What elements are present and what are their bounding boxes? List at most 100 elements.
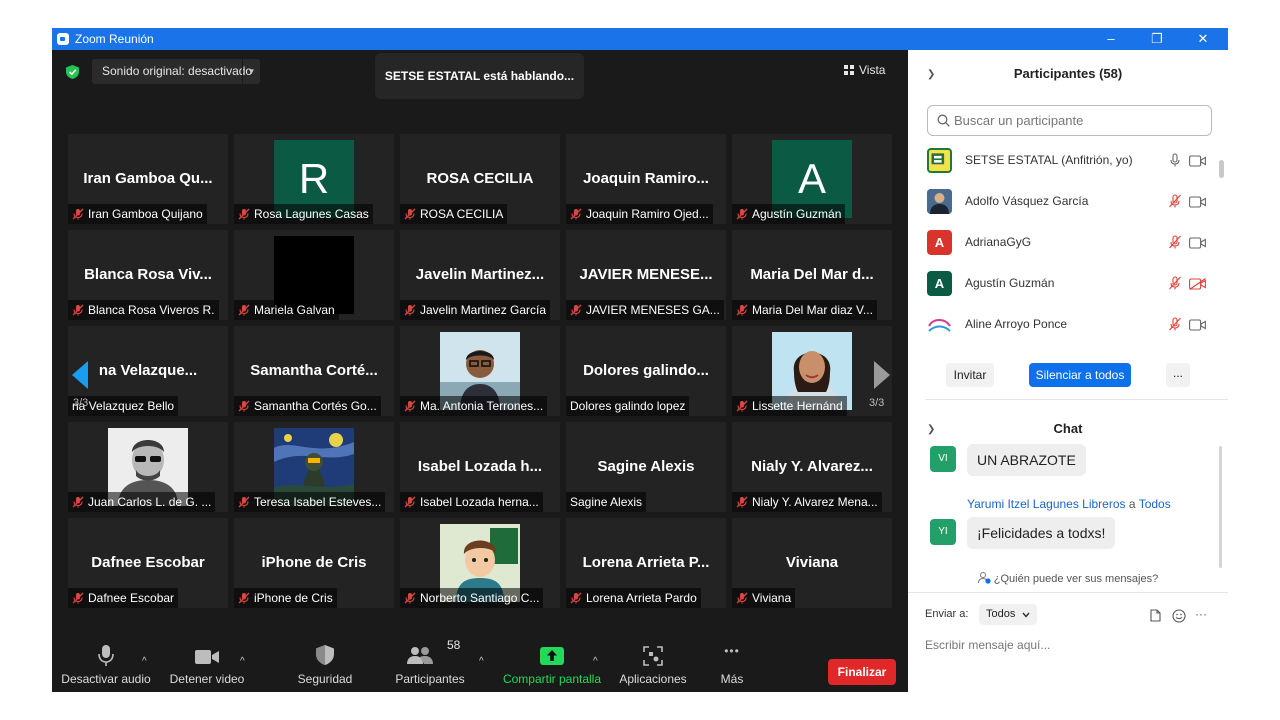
participant-avatar: [927, 148, 952, 173]
mute-all-button[interactable]: Silenciar a todos: [1029, 363, 1131, 387]
participant-tile[interactable]: Juan Carlos L. de G. ...: [68, 422, 228, 512]
participant-row[interactable]: A AdrianaGyG: [927, 222, 1214, 263]
participant-tile[interactable]: Sagine Alexis Sagine Alexis: [566, 422, 726, 512]
participants-button[interactable]: 58 Participantes: [392, 634, 468, 692]
more-button[interactable]: ••• Más: [704, 634, 760, 692]
restore-button[interactable]: ❐: [1134, 28, 1180, 50]
zoom-window: Zoom Reunión – ❐ ✕ Sonido original: desa…: [52, 28, 1228, 692]
participant-tile[interactable]: Joaquin Ramiro... Joaquin Ramiro Ojed...: [566, 134, 726, 224]
minimize-button[interactable]: –: [1088, 28, 1134, 50]
more-label: Más: [720, 672, 744, 686]
participant-tile[interactable]: R Rosa Lagunes Casas: [234, 134, 394, 224]
mute-audio-button[interactable]: Desactivar audio: [60, 634, 152, 692]
page-indicator-left: 3/3: [73, 397, 89, 409]
participant-tile[interactable]: JAVIER MENESE... JAVIER MENESES GA...: [566, 230, 726, 320]
participant-tile[interactable]: Dafnee Escobar Dafnee Escobar: [68, 518, 228, 608]
share-screen-button[interactable]: Compartir pantalla: [500, 634, 604, 692]
participant-row[interactable]: A Agustín Guzmán: [927, 263, 1214, 304]
chat-avatar: VI: [930, 446, 956, 472]
muted-mic-icon: [404, 590, 416, 604]
tile-name: Iran Gamboa Quijano: [88, 207, 203, 221]
tile-display-name: Dafnee Escobar: [91, 554, 205, 571]
participant-tile[interactable]: Blanca Rosa Viv... Blanca Rosa Viveros R.: [68, 230, 228, 320]
send-to-select[interactable]: Todos: [979, 604, 1037, 625]
tile-display-name: JAVIER MENESE...: [579, 266, 713, 283]
next-page-arrow-icon[interactable]: [866, 355, 896, 395]
muted-mic-icon[interactable]: [1169, 194, 1181, 208]
panel-divider: [925, 399, 1228, 400]
participant-row[interactable]: Adolfo Vásquez García: [927, 181, 1214, 222]
share-options-caret-icon[interactable]: ^: [593, 656, 598, 667]
muted-mic-icon[interactable]: [1169, 276, 1181, 290]
tile-display-name: Iran Gamboa Qu...: [83, 170, 213, 187]
chat-message-input[interactable]: [925, 635, 1215, 655]
tile-name-label: Nialy Y. Alvarez Mena...: [732, 492, 882, 512]
tile-name: Samantha Cortés Go...: [254, 399, 377, 413]
participant-tile[interactable]: Nialy Y. Alvarez... Nialy Y. Alvarez Mena…: [732, 422, 892, 512]
muted-mic-icon: [238, 590, 250, 604]
participants-more-button[interactable]: ...: [1166, 363, 1190, 387]
participant-tile[interactable]: iPhone de Cris iPhone de Cris: [234, 518, 394, 608]
chat-sender-name[interactable]: Yarumi Itzel Lagunes Libreros: [967, 497, 1126, 511]
participant-tile[interactable]: Teresa Isabel Esteves...: [234, 422, 394, 512]
participant-row[interactable]: SETSE ESTATAL (Anfitrión, yo): [927, 140, 1214, 181]
view-button[interactable]: Vista: [844, 59, 902, 81]
tile-name: Viviana: [752, 591, 792, 605]
original-sound-button[interactable]: Sonido original: desactivado ▼: [92, 59, 260, 84]
chat-more-icon[interactable]: ···: [1195, 607, 1207, 621]
microphone-icon[interactable]: [1169, 153, 1181, 167]
apps-button[interactable]: Aplicaciones: [614, 634, 692, 692]
video-off-icon[interactable]: [1189, 277, 1206, 290]
previous-page-arrow-icon[interactable]: [68, 355, 98, 395]
meeting-toolbar: Desactivar audio ^ Detener video ^ Segur…: [52, 634, 908, 692]
page-indicator-right: 3/3: [869, 397, 885, 409]
muted-mic-icon[interactable]: [1169, 317, 1181, 331]
participant-tile[interactable]: Iran Gamboa Qu... Iran Gamboa Quijano: [68, 134, 228, 224]
participant-tile[interactable]: Dolores galindo... Dolores galindo lopez: [566, 326, 726, 416]
participant-tile[interactable]: Norberto Santiago C...: [400, 518, 560, 608]
participant-tile[interactable]: ROSA CECILIA ROSA CECILIA: [400, 134, 560, 224]
participant-tile[interactable]: Isabel Lozada h... Isabel Lozada herna...: [400, 422, 560, 512]
tile-name: Lissette Hernánd: [752, 399, 843, 413]
video-options-caret-icon[interactable]: ^: [240, 656, 245, 667]
tile-name-label: Ma. Antonia Terrones...: [400, 396, 548, 416]
participant-tile[interactable]: Ma. Antonia Terrones...: [400, 326, 560, 416]
participant-search-input[interactable]: [954, 106, 1204, 135]
close-button[interactable]: ✕: [1180, 28, 1226, 50]
participant-tile[interactable]: Mariela Galvan: [234, 230, 394, 320]
video-camera-icon[interactable]: [1189, 318, 1206, 331]
tile-display-name: Lorena Arrieta P...: [582, 554, 710, 571]
participants-options-caret-icon[interactable]: ^: [479, 656, 484, 667]
encryption-shield-icon[interactable]: [66, 65, 79, 79]
video-camera-icon[interactable]: [1189, 236, 1206, 249]
participant-tile[interactable]: Samantha Corté... Samantha Cortés Go...: [234, 326, 394, 416]
muted-mic-icon: [570, 302, 582, 316]
video-camera-icon[interactable]: [1189, 154, 1206, 167]
emoji-icon[interactable]: [1172, 609, 1186, 623]
microphone-icon: [98, 645, 114, 666]
participant-search-box[interactable]: [927, 105, 1212, 136]
muted-mic-icon[interactable]: [1169, 235, 1181, 249]
participants-scrollbar[interactable]: [1219, 160, 1224, 178]
participant-tile[interactable]: Lorena Arrieta P... Lorena Arrieta Pardo: [566, 518, 726, 608]
participant-row[interactable]: Aline Arroyo Ponce: [927, 304, 1214, 345]
stop-video-button[interactable]: Detener video: [164, 634, 250, 692]
invite-button[interactable]: Invitar: [946, 363, 994, 387]
video-camera-icon[interactable]: [1189, 195, 1206, 208]
who-can-see-messages[interactable]: ¿Quién puede ver sus mensajes?: [908, 572, 1228, 585]
file-icon[interactable]: [1150, 609, 1161, 622]
chevron-down-icon[interactable]: ▼: [242, 59, 260, 84]
security-button[interactable]: Seguridad: [288, 634, 362, 692]
participant-tile[interactable]: Javelin Martinez... Javelin Martinez Garc…: [400, 230, 560, 320]
chat-recipient[interactable]: Todos: [1139, 497, 1171, 511]
audio-options-caret-icon[interactable]: ^: [142, 656, 147, 667]
participants-panel-title: Participantes (58): [1013, 66, 1123, 81]
participant-tile[interactable]: Viviana Viviana: [732, 518, 892, 608]
muted-mic-icon: [72, 590, 84, 604]
participants-count: 58: [447, 638, 461, 652]
tile-name: Ma. Antonia Terrones...: [420, 399, 544, 413]
participant-tile[interactable]: Maria Del Mar d... Maria Del Mar diaz V..…: [732, 230, 892, 320]
participant-tile[interactable]: A Agustín Guzmán: [732, 134, 892, 224]
chat-scrollbar[interactable]: [1219, 446, 1222, 568]
end-meeting-button[interactable]: Finalizar: [828, 659, 896, 685]
